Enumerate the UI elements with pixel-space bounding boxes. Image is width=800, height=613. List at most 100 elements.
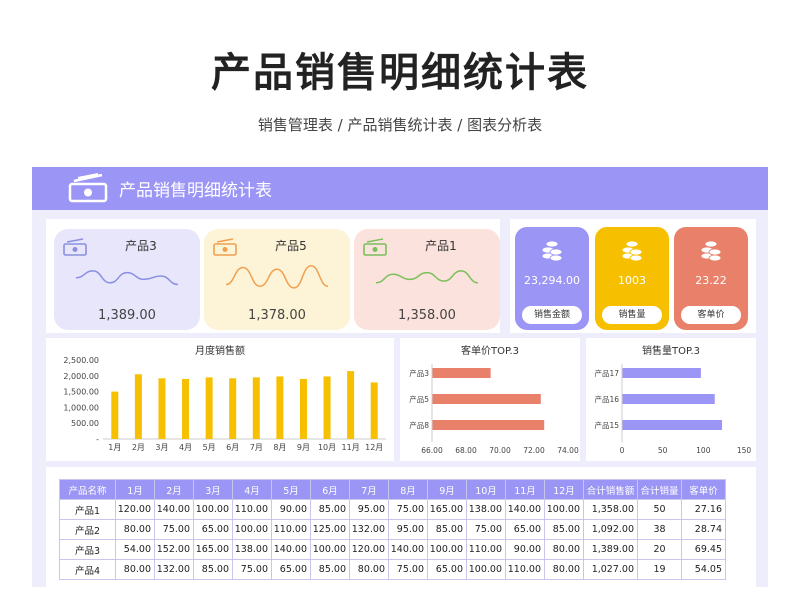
monthly-sales-chart: 月度销售额 2,500.00 2,000.00 1,500.00 1,000.00 50…	[46, 338, 394, 461]
table-cell: 80.00	[349, 559, 389, 580]
bar[interactable]	[622, 394, 715, 404]
bar[interactable]	[622, 368, 701, 378]
bar[interactable]	[134, 374, 142, 439]
bar[interactable]	[158, 378, 166, 439]
x-tick-label: 66.00	[421, 446, 443, 455]
table-header-cell[interactable]: 客单价	[681, 479, 726, 500]
bar[interactable]	[205, 377, 213, 439]
bar[interactable]	[432, 394, 541, 404]
x-tick-label: 8月	[273, 443, 286, 452]
kpi-sales-amount[interactable]: 23,294.00 销售金额	[515, 227, 589, 330]
bar[interactable]	[432, 368, 491, 378]
bar[interactable]	[299, 378, 307, 439]
table-row[interactable]: 产品1 120.00 140.00 100.00 110.00 90.00 85.00 95.…	[59, 499, 726, 520]
table-cell: 75.00	[154, 519, 194, 540]
table-header-cell[interactable]: 6月	[310, 479, 350, 500]
table-cell: 90.00	[505, 539, 545, 560]
banner: 产品销售明细统计表	[32, 167, 768, 210]
trend-card-value: 1,389.00	[98, 308, 156, 323]
bar[interactable]	[276, 376, 284, 439]
x-tick-label: 12月	[365, 443, 383, 452]
table-header-cell[interactable]: 3月	[193, 479, 233, 500]
table-header-cell[interactable]: 2月	[154, 479, 194, 500]
table-cell: 65.00	[505, 519, 545, 540]
kpi-sales-volume[interactable]: 1003 销售量	[595, 227, 669, 330]
trend-card-product1[interactable]: 产品1 1,358.00	[354, 229, 500, 330]
table-row[interactable]: 产品2 80.00 75.00 65.00 100.00 110.00 125.00 132.…	[59, 519, 726, 540]
bar[interactable]	[432, 420, 545, 430]
y-tick-label: 1,000.00	[63, 403, 99, 412]
table-cell: 50	[637, 499, 682, 520]
table-header-cell[interactable]: 合计销售额	[583, 479, 638, 500]
x-tick-label: 72.00	[523, 446, 545, 455]
table-cell: 80.00	[544, 539, 584, 560]
monthly-sales-plot: 2,500.002,000.001,500.001,000.00500.00-1…	[63, 356, 386, 452]
table-cell: 75.00	[232, 559, 272, 580]
y-tick-label: 产品17	[594, 368, 619, 378]
kpi-value: 23,294.00	[524, 274, 580, 287]
bar[interactable]	[622, 420, 723, 430]
table-cell: 120.00	[349, 539, 389, 560]
table-header-cell[interactable]: 12月	[544, 479, 584, 500]
bar[interactable]	[252, 377, 260, 439]
table-cell: 65.00	[193, 519, 233, 540]
x-tick-label: 70.00	[489, 446, 511, 455]
y-tick-label: 2,500.00	[63, 356, 99, 365]
trend-card-product3[interactable]: 产品3 1,389.00	[54, 229, 200, 330]
sales-volume-top3-plot: 产品17 产品16 产品15 0 50 100 150	[594, 364, 751, 455]
x-tick-label: 100	[696, 446, 711, 455]
table-cell: 132.00	[154, 559, 194, 580]
bar[interactable]	[370, 382, 378, 439]
table-header-cell[interactable]: 1月	[115, 479, 155, 500]
table-cell: 75.00	[466, 519, 506, 540]
table-header-cell[interactable]: 产品名称	[59, 479, 116, 500]
table-cell: 90.00	[271, 499, 311, 520]
table-cell: 69.45	[681, 539, 726, 560]
table-cell: 152.00	[154, 539, 194, 560]
bar[interactable]	[182, 378, 190, 439]
table-cell: 110.00	[232, 499, 272, 520]
table-cell: 110.00	[466, 539, 506, 560]
table-header-cell[interactable]: 8月	[388, 479, 428, 500]
table-header-cell[interactable]: 11月	[505, 479, 545, 500]
table-cell: 85.00	[193, 559, 233, 580]
table-cell: 140.00	[388, 539, 428, 560]
table-row[interactable]: 产品4 80.00 132.00 85.00 75.00 65.00 85.00 80.00 7…	[59, 559, 726, 580]
sparkline-path	[75, 270, 179, 286]
table-header-cell[interactable]: 4月	[232, 479, 272, 500]
table-cell: 100.00	[544, 499, 584, 520]
table-header-cell[interactable]: 10月	[466, 479, 506, 500]
table-cell: 110.00	[271, 519, 311, 540]
table-cell: 75.00	[388, 559, 428, 580]
y-tick-label: 2,000.00	[63, 372, 99, 381]
bar[interactable]	[323, 376, 331, 439]
unit-price-top3-plot: 产品3 产品5 产品8 66.00 68.00 70.00 72.00 74.00	[409, 364, 579, 455]
table-row[interactable]: 产品3 54.00 152.00 165.00 138.00 140.00 100.00 12…	[59, 539, 726, 560]
table-cell: 28.74	[681, 519, 726, 540]
table-cell: 85.00	[544, 519, 584, 540]
table-header-cell[interactable]: 5月	[271, 479, 311, 500]
trend-panel: 产品3 1,389.00 产品5 1,378.00 产品1 1,358.00	[46, 219, 500, 333]
table-cell: 65.00	[427, 559, 467, 580]
table-cell: 132.00	[349, 519, 389, 540]
table-cell: 95.00	[388, 519, 428, 540]
x-tick-label: 50	[658, 446, 668, 455]
table-header-cell[interactable]: 合计销量	[637, 479, 682, 500]
bar[interactable]	[347, 371, 355, 439]
table-cell: 54.05	[681, 559, 726, 580]
table-cell: 85.00	[427, 519, 467, 540]
table-header-cell[interactable]: 7月	[349, 479, 389, 500]
y-tick-label: 500.00	[71, 419, 99, 428]
trend-card-product5[interactable]: 产品5 1,378.00	[204, 229, 350, 330]
y-tick-label: 产品15	[594, 420, 619, 430]
table-cell: 产品1	[59, 499, 116, 520]
x-tick-label: 2月	[132, 443, 145, 452]
bar[interactable]	[229, 378, 237, 439]
bar[interactable]	[111, 391, 119, 439]
table-header-cell[interactable]: 9月	[427, 479, 467, 500]
table-cell: 80.00	[115, 519, 155, 540]
kpi-unit-price[interactable]: 23.22 客单价	[674, 227, 748, 330]
table-cell: 1,358.00	[583, 499, 638, 520]
table-cell: 100.00	[466, 559, 506, 580]
x-tick-label: 1月	[108, 443, 121, 452]
